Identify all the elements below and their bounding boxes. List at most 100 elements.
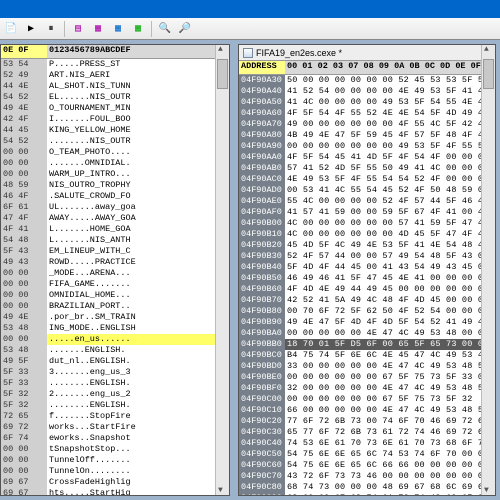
right-scrollbar[interactable] — [481, 45, 495, 495]
hex-row[interactable]: 49 43ROWD.....PRACTICE — [1, 257, 229, 268]
toolbar-findnext-icon[interactable]: 🔎 — [176, 20, 194, 38]
hex-row[interactable]: 04F90B004C 00 00 00 00 00 00 57 41 59 5F… — [239, 218, 495, 229]
hex-row[interactable]: 04F90C1066 00 00 00 00 00 4E 47 4C 49 53… — [239, 405, 495, 416]
toolbar-view3-icon[interactable]: ▦ — [109, 20, 127, 38]
hex-cell[interactable]: 66 00 00 00 00 00 4E 47 4C 49 53 48 5F 0… — [285, 405, 495, 416]
ascii-cell[interactable]: O_TOURNAMENT_MIN — [47, 103, 229, 114]
hex-cell[interactable]: 68 6C 69 67 68 74 61 72 74 48 69 67 00 0… — [285, 493, 495, 495]
hex-row[interactable]: 4F 41L.......HOME_GOA — [1, 224, 229, 235]
hex-row[interactable]: 04F90BF032 00 00 00 00 00 4E 47 4C 49 53… — [239, 383, 495, 394]
ascii-cell[interactable]: works...StartFire — [47, 422, 229, 433]
hex-cell[interactable]: 49 4E 47 5F 4D 4F 4D 5F 54 52 41 49 4E — [285, 317, 495, 328]
hex-row[interactable]: 04F90C6054 75 6E 6E 65 6C 66 66 00 00 00… — [239, 460, 495, 471]
hex-row[interactable]: 04F90C2077 6F 72 6B 73 00 74 6F 70 46 69… — [239, 416, 495, 427]
hex-cell[interactable]: 00 53 41 4C 55 54 45 52 4F 50 48 59 00 0… — [285, 185, 495, 196]
ascii-cell[interactable]: AWAY.....AWAY_GOA — [47, 213, 229, 224]
ascii-cell[interactable]: I.......FOUL_BOO — [47, 114, 229, 125]
hex-row[interactable]: 44 45KING_YELLOW_HOME — [1, 125, 229, 136]
hex-cell[interactable]: B4 75 74 5F 6E 6C 4E 45 47 4C 49 53 48 5… — [285, 350, 495, 361]
hex-cell[interactable]: 32 00 00 00 00 00 4E 47 4C 49 53 48 5F 3… — [285, 383, 495, 394]
hex-row[interactable]: 04F90B7042 52 41 5A 49 4C 48 4F 4D 45 00… — [239, 295, 495, 306]
hex-cell[interactable]: 00 00 00 00 00 4E 47 4C 49 53 48 00 00 — [285, 328, 495, 339]
ascii-cell[interactable]: ING_MODE..ENGLISH — [47, 323, 229, 334]
hex-cell[interactable]: 4F 5F 54 45 41 4D 5F 4F 54 4F 00 00 00 0… — [285, 152, 495, 163]
hex-row[interactable]: 69 67hts.....StartHig — [1, 488, 229, 495]
ascii-cell[interactable]: .......OMNIDIAL. — [47, 158, 229, 169]
left-hex-body[interactable]: 53 54P.....PRESS_ST52 49ART.NIS_AERI44 4… — [1, 59, 229, 495]
hex-row[interactable]: 53 48ING_MODE..ENGLISH — [1, 323, 229, 334]
hex-row[interactable]: 49 4E.por_br..SM_TRAIN — [1, 312, 229, 323]
hex-row[interactable]: 04F90C9068 6C 69 67 68 74 61 72 74 48 69… — [239, 493, 495, 495]
hex-row[interactable]: 04F90AD000 53 41 4C 55 54 45 52 4F 50 48… — [239, 185, 495, 196]
hex-row[interactable]: 54 52EL......NIS_OUTR — [1, 92, 229, 103]
hex-row[interactable]: 04F90A4041 52 54 00 00 00 00 4E 49 53 5F… — [239, 86, 495, 97]
ascii-cell[interactable]: 3.......eng_us_3 — [47, 367, 229, 378]
hex-row[interactable]: 49 4EO_TOURNAMENT_MIN — [1, 103, 229, 114]
ascii-cell[interactable]: ........ENGLISH. — [47, 378, 229, 389]
hex-row[interactable]: 04F90B3052 4F 57 44 00 00 57 49 54 48 5F… — [239, 251, 495, 262]
hex-cell[interactable]: 77 6F 72 6B 73 00 74 6F 70 46 69 72 65 6… — [285, 416, 495, 427]
hex-row[interactable]: 5F 43EM_LINEUP_WITH_C — [1, 246, 229, 257]
ascii-cell[interactable]: L.......NIS_ANTH — [47, 235, 229, 246]
hex-row[interactable]: 44 4EAL_SHOT.NIS_TUNN — [1, 81, 229, 92]
right-tab[interactable]: FIFA19_en2es.cexe * — [239, 45, 495, 61]
hex-row[interactable]: 47 4FAWAY.....AWAY_GOA — [1, 213, 229, 224]
toolbar-view1-icon[interactable]: ▤ — [69, 20, 87, 38]
hex-cell[interactable]: 4C 00 00 00 00 00 00 4D 45 5F 47 4F 41 — [285, 229, 495, 240]
ascii-cell[interactable]: ........ENGLISH. — [47, 400, 229, 411]
hex-row[interactable]: 54 48L.......NIS_ANTH — [1, 235, 229, 246]
hex-cell[interactable]: 42 52 41 5A 49 4C 48 4F 4D 45 00 00 00 0… — [285, 295, 495, 306]
hex-row[interactable]: 5F 33........ENGLISH. — [1, 378, 229, 389]
right-hex-body[interactable]: 04F90A3050 00 00 00 00 00 00 52 45 53 53… — [239, 75, 495, 495]
hex-cell[interactable]: 4E 49 53 5F 4F 55 54 54 52 4F 00 00 00 0… — [285, 174, 495, 185]
hex-row[interactable]: 04F90C8068 74 73 00 00 00 48 69 67 68 6C… — [239, 482, 495, 493]
hex-row[interactable]: 04F90C0000 00 00 00 00 00 67 5F 75 73 5F… — [239, 394, 495, 405]
hex-row[interactable]: 04F90A9000 00 00 00 00 00 00 49 53 5F 4F… — [239, 141, 495, 152]
hex-row[interactable]: 04F90B8000 70 6F 72 5F 62 50 4F 52 54 00… — [239, 306, 495, 317]
hex-cell[interactable]: 41 4C 00 00 00 00 49 53 5F 54 55 4E 4E 5… — [285, 97, 495, 108]
ascii-cell[interactable]: BRAZILIAN_PORT.. — [47, 301, 229, 312]
hex-row[interactable]: 42 4FI.......FOUL_BOO — [1, 114, 229, 125]
hex-cell[interactable]: 18 70 01 5F D5 6F 00 65 5F 65 73 00 00 0… — [285, 339, 495, 350]
hex-row[interactable]: 04F90BB018 70 01 5F D5 6F 00 65 5F 65 73… — [239, 339, 495, 350]
ascii-cell[interactable]: L.......HOME_GOA — [47, 224, 229, 235]
ascii-cell[interactable]: _MODE...ARENA... — [47, 268, 229, 279]
hex-cell[interactable]: 00 70 6F 72 5F 62 50 4F 52 54 00 00 00 0… — [285, 306, 495, 317]
hex-row[interactable]: 04F90BC0B4 75 74 5F 6E 6C 4E 45 47 4C 49… — [239, 350, 495, 361]
hex-row[interactable]: 72 65f.......StopFire — [1, 411, 229, 422]
toolbar-view4-icon[interactable]: ▦ — [129, 20, 147, 38]
hex-row[interactable]: 00 00O_TEAM_PHOTO.... — [1, 147, 229, 158]
ascii-cell[interactable]: EL......NIS_OUTR — [47, 92, 229, 103]
ascii-cell[interactable]: ........NIS_OUTR — [47, 136, 229, 147]
hex-cell[interactable]: 43 72 6F 73 73 46 00 00 00 00 00 00 00 0… — [285, 471, 495, 482]
ascii-cell[interactable]: KING_YELLOW_HOME — [47, 125, 229, 136]
hex-cell[interactable]: 54 75 6E 6E 65 6C 74 53 74 6F 70 00 00 0… — [285, 449, 495, 460]
hex-row[interactable]: 00 00tSnapshotStop... — [1, 444, 229, 455]
hex-cell[interactable]: 74 53 6E 61 70 73 6E 61 70 73 68 6F 74 — [285, 438, 495, 449]
hex-row[interactable]: 00 00_MODE...ARENA... — [1, 268, 229, 279]
hex-row[interactable]: 04F90AF041 57 41 59 00 00 59 5F 67 4F 41… — [239, 207, 495, 218]
hex-cell[interactable]: 5F 4D 4F 44 45 00 41 43 54 49 43 45 00 0… — [285, 262, 495, 273]
hex-row[interactable]: 6F 74eworks..Snapshot — [1, 433, 229, 444]
hex-cell[interactable]: 00 00 00 00 00 00 67 5F 75 73 5F 32 — [285, 394, 495, 405]
hex-row[interactable]: 04F90AB057 41 52 4D 5F 55 50 49 41 4C 00… — [239, 163, 495, 174]
hex-row[interactable]: 46 4F.SALUTE_CROWD_FO — [1, 191, 229, 202]
ascii-cell[interactable]: EM_LINEUP_WITH_C — [47, 246, 229, 257]
hex-row[interactable]: 48 59NIS_OUTRO_TROPHY — [1, 180, 229, 191]
ascii-cell[interactable]: TunnelOff....... — [47, 455, 229, 466]
toolbar-run-icon[interactable]: ▶ — [22, 20, 40, 38]
hex-cell[interactable]: 65 77 6F 72 6B 73 61 72 74 46 69 72 65 7… — [285, 427, 495, 438]
hex-row[interactable]: 04F90C5054 75 6E 6E 65 6C 74 53 74 6F 70… — [239, 449, 495, 460]
ascii-cell[interactable]: CrossFadeHighlig — [47, 477, 229, 488]
hex-row[interactable]: 6F 61UL.......away_goa — [1, 202, 229, 213]
hex-row[interactable]: 04F90A3050 00 00 00 00 00 00 52 45 53 53… — [239, 75, 495, 86]
hex-row[interactable]: 00 00TunnelOff....... — [1, 455, 229, 466]
ascii-cell[interactable]: P.....PRESS_ST — [47, 59, 229, 70]
hex-row[interactable]: 04F90AC04E 49 53 5F 4F 55 54 54 52 4F 00… — [239, 174, 495, 185]
hex-cell[interactable]: 57 41 52 4D 5F 55 50 49 41 4C 00 00 00 0… — [285, 163, 495, 174]
ascii-cell[interactable]: tSnapshotStop... — [47, 444, 229, 455]
toolbar-view2-icon[interactable]: ▦ — [89, 20, 107, 38]
hex-row[interactable]: 00 00OMNIDIAL_HOME... — [1, 290, 229, 301]
hex-cell[interactable]: 00 00 00 00 00 00 67 5F 75 73 5F 33 00 — [285, 372, 495, 383]
hex-row[interactable]: 04F90C7043 72 6F 73 73 46 00 00 00 00 00… — [239, 471, 495, 482]
